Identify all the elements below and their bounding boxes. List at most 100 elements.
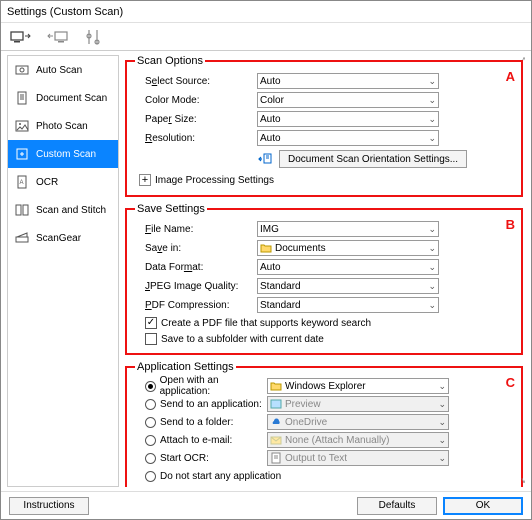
- scan-stitch-icon: [14, 202, 30, 218]
- main-panel: ˄ Scan Options A Select Source: Auto⌄ Co…: [125, 55, 525, 487]
- sidebar-item-scan-stitch[interactable]: Scan and Stitch: [8, 196, 118, 224]
- chevron-down-icon: ⌄: [428, 95, 436, 106]
- data-format-dropdown[interactable]: Auto⌄: [257, 259, 439, 275]
- chevron-down-icon: ⌄: [438, 453, 446, 464]
- zone-a-label: A: [506, 69, 515, 84]
- select-source-dropdown[interactable]: Auto⌄: [257, 73, 439, 89]
- ocr-icon: A: [14, 174, 30, 190]
- mail-icon: [270, 434, 282, 446]
- chevron-down-icon: ⌄: [428, 76, 436, 87]
- sidebar-item-auto-scan[interactable]: Auto Scan: [8, 56, 118, 84]
- send-to-app-label: Send to an application:: [160, 399, 262, 410]
- app-settings-legend: Application Settings: [135, 361, 236, 373]
- sidebar-item-label: ScanGear: [36, 233, 81, 244]
- window-title: Settings (Custom Scan): [1, 1, 531, 23]
- start-ocr-radio[interactable]: [145, 453, 156, 464]
- start-ocr-dropdown[interactable]: Output to Text⌄: [267, 450, 449, 466]
- open-with-radio[interactable]: [145, 381, 156, 392]
- subfolder-label: Save to a subfolder with current date: [161, 334, 324, 345]
- open-with-label: Open with an application:: [160, 375, 267, 397]
- data-format-label: Data Format:: [135, 262, 257, 273]
- chevron-down-icon: ⌄: [438, 417, 446, 428]
- onedrive-icon: [270, 416, 282, 428]
- do-not-start-radio[interactable]: [145, 471, 156, 482]
- attach-email-dropdown[interactable]: None (Attach Manually)⌄: [267, 432, 449, 448]
- chevron-down-icon: ⌄: [428, 243, 436, 254]
- resolution-dropdown[interactable]: Auto⌄: [257, 130, 439, 146]
- image-processing-label: Image Processing Settings: [155, 175, 274, 186]
- text-icon: [270, 452, 282, 464]
- sidebar-item-label: Document Scan: [36, 93, 107, 104]
- app-settings-section: Application Settings C Open with an appl…: [125, 361, 523, 487]
- pdf-keyword-label: Create a PDF file that supports keyword …: [161, 318, 371, 329]
- scan-options-legend: Scan Options: [135, 55, 205, 67]
- chevron-down-icon: ⌄: [428, 133, 436, 144]
- sidebar: Auto Scan Document Scan Photo Scan Custo…: [7, 55, 119, 487]
- scanner-to-pc-tab[interactable]: [45, 25, 69, 49]
- scan-options-section: Scan Options A Select Source: Auto⌄ Colo…: [125, 55, 523, 197]
- sidebar-item-label: OCR: [36, 177, 58, 188]
- subfolder-checkbox[interactable]: [145, 333, 157, 345]
- save-in-label: Save in:: [135, 243, 257, 254]
- file-name-combo[interactable]: IMG⌄: [257, 221, 439, 237]
- scroll-down-icon[interactable]: ˅: [521, 476, 525, 487]
- sidebar-item-custom-scan[interactable]: Custom Scan: [8, 140, 118, 168]
- chevron-down-icon: ⌄: [428, 114, 436, 125]
- save-in-dropdown[interactable]: Documents⌄: [257, 240, 439, 256]
- toolbar: [1, 23, 531, 51]
- chevron-down-icon: ⌄: [438, 399, 446, 410]
- auto-scan-icon: [14, 62, 30, 78]
- general-settings-tab[interactable]: [81, 25, 105, 49]
- chevron-down-icon: ⌄: [428, 224, 436, 235]
- file-name-label: File Name:: [135, 224, 257, 235]
- pdf-compression-dropdown[interactable]: Standard⌄: [257, 297, 439, 313]
- auto-rotate-icon: [257, 152, 273, 166]
- open-with-dropdown[interactable]: Windows Explorer⌄: [267, 378, 449, 394]
- save-settings-legend: Save Settings: [135, 203, 207, 215]
- send-to-app-dropdown[interactable]: Preview⌄: [267, 396, 449, 412]
- document-scan-icon: [14, 90, 30, 106]
- send-to-folder-radio[interactable]: [145, 417, 156, 428]
- pc-to-scanner-tab[interactable]: [9, 25, 33, 49]
- svg-text:A: A: [20, 180, 24, 186]
- defaults-button[interactable]: Defaults: [357, 497, 437, 515]
- send-to-folder-label: Send to a folder:: [160, 417, 233, 428]
- expand-image-processing[interactable]: +: [139, 174, 151, 186]
- jpeg-quality-dropdown[interactable]: Standard⌄: [257, 278, 439, 294]
- save-settings-section: Save Settings B File Name: IMG⌄ Save in:…: [125, 203, 523, 355]
- start-ocr-label: Start OCR:: [160, 453, 209, 464]
- attach-email-radio[interactable]: [145, 435, 156, 446]
- pdf-keyword-checkbox[interactable]: ✓: [145, 317, 157, 329]
- send-to-app-radio[interactable]: [145, 399, 156, 410]
- instructions-button[interactable]: Instructions: [9, 497, 89, 515]
- ok-button[interactable]: OK: [443, 497, 523, 515]
- color-mode-label: Color Mode:: [135, 95, 257, 106]
- folder-icon: [260, 242, 272, 254]
- zone-b-label: B: [506, 217, 515, 232]
- sidebar-item-scangear[interactable]: ScanGear: [8, 224, 118, 252]
- photo-scan-icon: [14, 118, 30, 134]
- paper-size-dropdown[interactable]: Auto⌄: [257, 111, 439, 127]
- sidebar-item-label: Photo Scan: [36, 121, 88, 132]
- footer: Instructions Defaults OK: [1, 491, 531, 519]
- windows-explorer-icon: [270, 380, 282, 392]
- sidebar-item-document-scan[interactable]: Document Scan: [8, 84, 118, 112]
- scangear-icon: [14, 230, 30, 246]
- orientation-settings-button[interactable]: Document Scan Orientation Settings...: [279, 150, 467, 168]
- color-mode-dropdown[interactable]: Color⌄: [257, 92, 439, 108]
- chevron-down-icon: ⌄: [428, 262, 436, 273]
- custom-scan-icon: [14, 146, 30, 162]
- sidebar-item-ocr[interactable]: A OCR: [8, 168, 118, 196]
- sidebar-item-photo-scan[interactable]: Photo Scan: [8, 112, 118, 140]
- paper-size-label: Paper Size:: [135, 114, 257, 125]
- jpeg-quality-label: JPEG Image Quality:: [135, 281, 257, 292]
- chevron-down-icon: ⌄: [428, 300, 436, 311]
- zone-c-label: C: [506, 375, 515, 390]
- select-source-label: Select Source:: [135, 76, 257, 87]
- sidebar-item-label: Auto Scan: [36, 65, 82, 76]
- resolution-label: Resolution:: [135, 133, 257, 144]
- do-not-start-label: Do not start any application: [160, 471, 281, 482]
- preview-icon: [270, 398, 282, 410]
- send-to-folder-dropdown[interactable]: OneDrive⌄: [267, 414, 449, 430]
- chevron-down-icon: ⌄: [438, 435, 446, 446]
